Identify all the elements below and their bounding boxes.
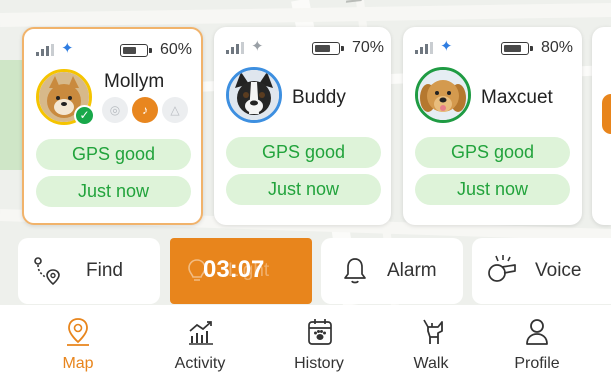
voice-button[interactable]: Voice [472,238,611,304]
battery-percent: 60% [160,41,193,58]
gps-status-badge: GPS good [415,137,570,168]
voice-label: Voice [535,260,582,281]
pet-name: Maxcuet [481,87,553,108]
pet-card-partial[interactable] [592,27,611,225]
signal-strength-icon [226,42,244,54]
bluetooth-icon: ✦ [440,38,453,55]
last-seen-badge: Just now [36,176,191,207]
battery-percent: 80% [541,39,574,56]
gps-status-badge: GPS good [226,137,381,168]
light-button[interactable]: Light 03:07 [170,238,312,304]
device-status-row: ✦ 70% [226,38,384,57]
nav-label: Activity [174,355,226,372]
signal-strength-icon [36,44,54,56]
pet-card-mollym[interactable]: ✦ 60% ✓ Mollym ◎ ♪ △ GPS good Just now [22,27,203,225]
whistle-icon [488,255,516,282]
gps-status-badge: GPS good [36,139,191,170]
battery-icon [312,42,344,55]
nav-tab-map[interactable]: Map [33,305,123,376]
pet-card-maxcuet[interactable]: ✦ 80% Maxcuet GPS good Just now [403,27,582,225]
battery-percent: 70% [352,39,385,56]
find-button[interactable]: Find [18,238,160,304]
person-icon [526,319,548,345]
battery-icon [501,42,533,55]
nav-tab-walk[interactable]: Walk [386,305,476,376]
device-status-row: ✦ 60% [36,40,193,59]
nav-label: Walk [413,355,449,372]
nav-label: History [294,355,344,372]
battery-fill [123,47,136,54]
activity-chart-icon [189,321,213,345]
route-pin-icon [34,257,60,286]
location-pin-icon[interactable]: ◎ [102,97,128,123]
alarm-label: Alarm [387,260,437,281]
pet-name: Mollym [104,71,165,92]
bell-ring-icon[interactable]: ♪ [132,97,158,123]
nav-tab-activity[interactable]: Activity [155,305,245,376]
bluetooth-icon: ✦ [251,38,264,55]
device-status-row: ✦ 80% [415,38,574,57]
nav-tab-history[interactable]: History [274,305,364,376]
find-label: Find [86,260,123,281]
pet-name: Buddy [292,87,346,108]
last-seen-badge: Just now [226,174,381,205]
dog-walk-icon [423,319,443,344]
nav-label: Map [62,355,94,372]
golden-retriever-avatar[interactable] [415,67,471,123]
light-timer: 03:07 [203,256,265,283]
alarm-button[interactable]: Alarm [321,238,463,304]
last-seen-badge: Just now [415,174,570,205]
nav-tab-profile[interactable]: Profile [492,305,582,376]
battery-fill [504,45,521,52]
signal-strength-icon [415,42,433,54]
map-pin-icon [67,318,89,346]
bell-icon [344,258,366,284]
bell-icon[interactable]: △ [162,97,188,123]
bluetooth-icon: ✦ [61,40,74,57]
online-check-icon: ✓ [74,105,95,126]
boston-terrier-avatar[interactable] [226,67,282,123]
bottom-navigation: Map Activity History Walk Profile [0,305,611,376]
calendar-paw-icon [308,319,332,345]
pet-avatar-partial [602,94,611,134]
pet-card-buddy[interactable]: ✦ 70% Buddy GPS good Just now [214,27,391,225]
nav-label: Profile [514,355,560,372]
battery-fill [315,45,330,52]
battery-icon [120,44,152,57]
